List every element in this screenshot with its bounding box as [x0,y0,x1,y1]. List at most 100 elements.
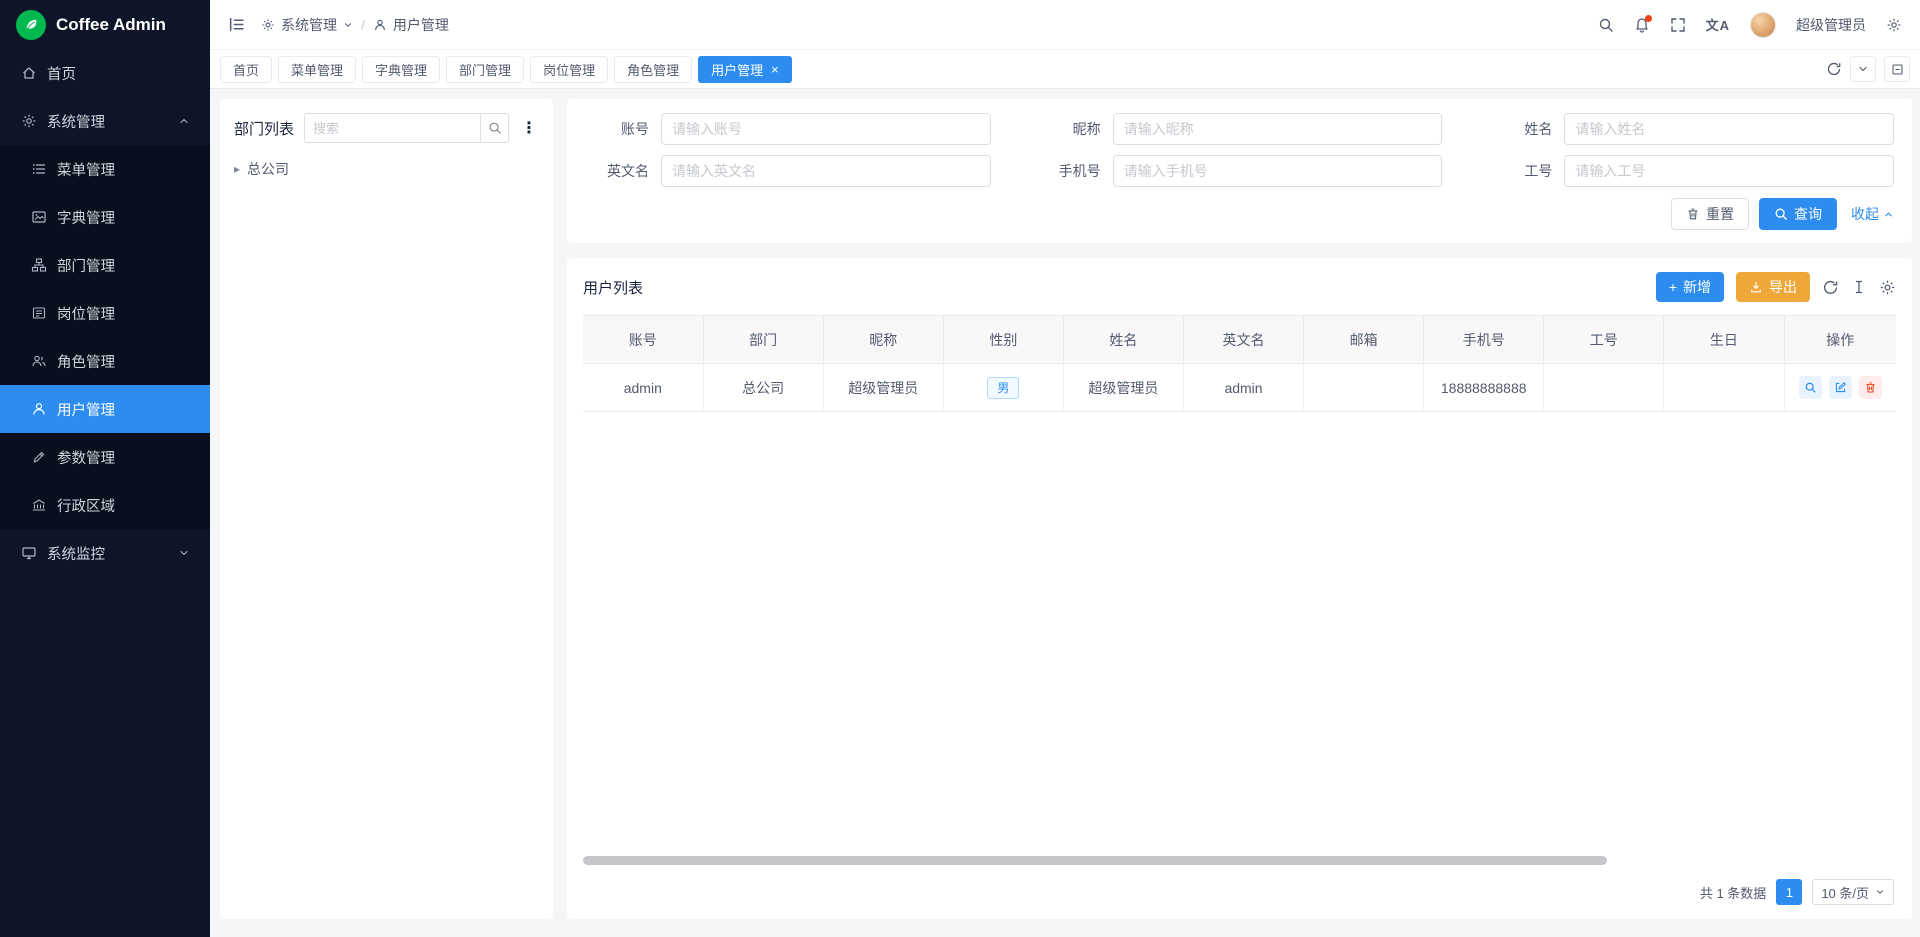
tab-list-dropdown-icon[interactable] [1850,56,1876,82]
column-settings-icon[interactable] [1851,279,1867,295]
home-icon [20,65,37,82]
maximize-content-icon[interactable] [1884,56,1910,82]
sidebar-item-system-management[interactable]: 系统管理 [0,97,210,145]
work-no-input[interactable] [1564,155,1894,187]
tab-close-icon[interactable]: × [771,63,779,76]
collapse-toggle[interactable]: 收起 [1851,204,1894,224]
field-nickname: 昵称 [1037,113,1443,145]
user-list-tools: + 新增 导出 [1656,272,1896,302]
query-button[interactable]: 查询 [1759,198,1837,230]
notification-bell-icon[interactable] [1634,17,1650,33]
field-account: 账号 [585,113,991,145]
export-button[interactable]: 导出 [1736,272,1810,302]
tab-home[interactable]: 首页 [220,56,272,83]
tab-bar: 首页 菜单管理 字典管理 部门管理 岗位管理 角色管理 用户管理 × [210,49,1920,89]
sidebar-item-dictionary-management[interactable]: 字典管理 [0,193,210,241]
refresh-icon[interactable] [1826,61,1842,77]
search-form-actions: 重置 查询 收起 [585,198,1894,230]
sidebar-item-label: 行政区域 [57,495,115,516]
user-list-card: 用户列表 + 新增 导出 [567,258,1912,919]
menu-fold-icon[interactable] [228,16,245,33]
app-title: Coffee Admin [56,15,166,35]
tab-department-management[interactable]: 部门管理 [446,56,524,83]
column-header: 姓名 [1063,316,1183,364]
more-options-icon[interactable]: ⋮ [519,118,539,138]
main-area: 系统管理 / 用户管理 文A 超级管理员 首页 菜单管理 [210,0,1920,937]
field-english-name: 英文名 [585,155,991,187]
english-name-input[interactable] [661,155,991,187]
tab-label: 岗位管理 [543,60,595,79]
edit-row-icon[interactable] [1829,376,1852,399]
breadcrumb-system-management[interactable]: 系统管理 [261,15,353,35]
sidebar-item-menu-management[interactable]: 菜单管理 [0,145,210,193]
chevron-down-icon [178,547,190,559]
page-content: 部门列表 ⋮ ▸ 总公司 账号 [210,89,1920,937]
sidebar-item-label: 参数管理 [57,447,115,468]
view-row-icon[interactable] [1799,376,1822,399]
cell-birthday [1664,364,1784,412]
plus-icon: + [1669,279,1677,295]
column-header: 账号 [583,316,703,364]
tab-post-management[interactable]: 岗位管理 [530,56,608,83]
app-logo: Coffee Admin [0,0,210,49]
breadcrumb-separator: / [361,17,365,33]
department-panel-title: 部门列表 [234,118,294,139]
sidebar-item-label: 角色管理 [57,351,115,372]
field-label: 英文名 [585,161,649,181]
user-list-title: 用户列表 [583,277,643,298]
field-label: 姓名 [1488,119,1552,139]
reset-button[interactable]: 重置 [1671,198,1749,230]
submenu-system-management: 菜单管理 字典管理 部门管理 岗位管理 角色管理 用户管理 [0,145,210,529]
gender-badge: 男 [987,377,1019,399]
sidebar-item-role-management[interactable]: 角色管理 [0,337,210,385]
tab-user-management[interactable]: 用户管理 × [698,56,792,83]
tab-menu-management[interactable]: 菜单管理 [278,56,356,83]
name-input[interactable] [1564,113,1894,145]
sidebar-item-admin-region[interactable]: 行政区域 [0,481,210,529]
department-panel: 部门列表 ⋮ ▸ 总公司 [220,99,553,919]
nickname-input[interactable] [1113,113,1443,145]
add-user-button[interactable]: + 新增 [1656,272,1724,302]
sidebar-item-department-management[interactable]: 部门管理 [0,241,210,289]
delete-row-icon[interactable] [1859,376,1882,399]
tab-dictionary-management[interactable]: 字典管理 [362,56,440,83]
account-input[interactable] [661,113,991,145]
phone-input[interactable] [1113,155,1443,187]
translate-icon[interactable]: 文A [1706,15,1730,34]
tab-role-management[interactable]: 角色管理 [614,56,692,83]
add-label: 新增 [1683,277,1711,297]
notification-dot [1645,15,1652,22]
tree-item-head-company[interactable]: ▸ 总公司 [234,157,539,181]
user-list-header: 用户列表 + 新增 导出 [583,272,1896,302]
column-header-actions: 操作 [1784,316,1896,364]
page-size-value: 10 条/页 [1821,883,1869,902]
sidebar-item-label: 菜单管理 [57,159,115,180]
cell-account: admin [583,364,703,412]
tab-label: 首页 [233,60,259,79]
fullscreen-icon[interactable] [1670,17,1686,33]
refresh-icon[interactable] [1822,279,1839,296]
user-table: 账号 部门 昵称 性别 姓名 英文名 邮箱 手机号 工号 生日 操作 [583,315,1896,412]
search-icon[interactable] [1598,17,1614,33]
sidebar-item-label: 用户管理 [57,399,115,420]
settings-gear-icon[interactable] [1886,17,1902,33]
sidebar-item-parameter-management[interactable]: 参数管理 [0,433,210,481]
table-settings-gear-icon[interactable] [1879,279,1896,296]
breadcrumb-user-management[interactable]: 用户管理 [373,15,449,35]
department-search-input[interactable] [305,114,480,142]
tree-item-label: 总公司 [247,159,289,179]
cell-english-name: admin [1183,364,1303,412]
horizontal-scrollbar-thumb[interactable] [583,856,1607,865]
sidebar-item-system-monitor[interactable]: 系统监控 [0,529,210,577]
sidebar-item-label: 字典管理 [57,207,115,228]
column-header: 生日 [1664,316,1784,364]
sidebar-item-post-management[interactable]: 岗位管理 [0,289,210,337]
sidebar-item-home[interactable]: 首页 [0,49,210,97]
page-1-button[interactable]: 1 [1776,879,1802,905]
department-search-group [304,113,509,143]
sidebar-item-user-management[interactable]: 用户管理 [0,385,210,433]
tab-label: 部门管理 [459,60,511,79]
page-size-select[interactable]: 10 条/页 [1812,879,1894,905]
search-icon[interactable] [480,114,508,142]
user-avatar[interactable] [1750,12,1776,38]
